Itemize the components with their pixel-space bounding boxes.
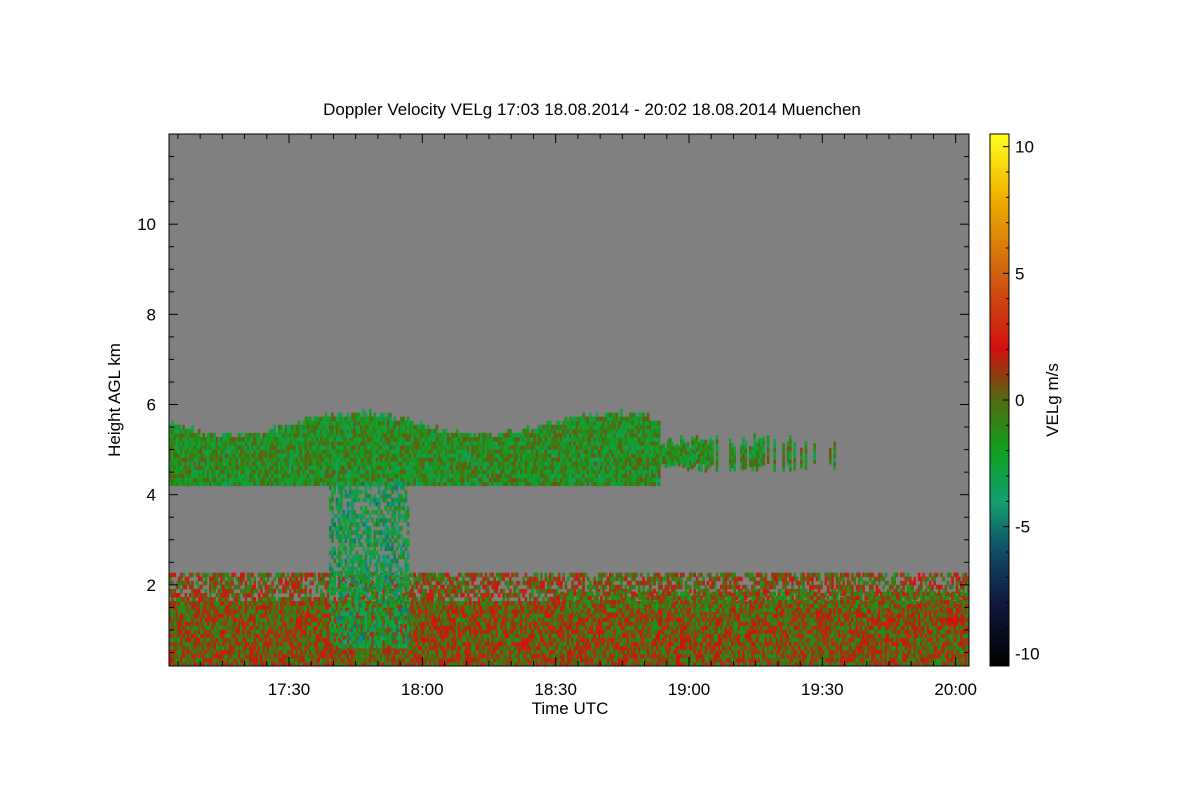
- y-tick-label: 8: [147, 305, 156, 324]
- y-tick-label: 4: [147, 486, 156, 505]
- colorbar-tick-label: 10: [1015, 138, 1034, 157]
- y-axis-label: Height AGL km: [105, 343, 124, 457]
- y-tick-label: 10: [137, 215, 156, 234]
- colorbar-tick-label: 5: [1015, 264, 1024, 283]
- x-tick-label: 18:30: [534, 680, 577, 699]
- x-tick-label: 19:30: [801, 680, 844, 699]
- x-tick-label: 18:00: [401, 680, 444, 699]
- colorbar: 10 5 0 -5 -10 VELg m/s: [989, 133, 1062, 667]
- y-tick-label: 2: [147, 576, 156, 595]
- colorbar-label: VELg m/s: [1043, 363, 1062, 437]
- colorbar-tick-label: -5: [1015, 518, 1030, 537]
- x-axis-label: Time UTC: [532, 699, 609, 718]
- plot-area: [168, 133, 970, 667]
- x-tick-label: 19:00: [668, 680, 711, 699]
- colorbar-tick-label: -10: [1015, 644, 1040, 663]
- x-tick-label: 20:00: [934, 680, 977, 699]
- x-tick-label: 17:30: [268, 680, 311, 699]
- y-tick-label: 6: [147, 396, 156, 415]
- chart-title: Doppler Velocity VELg 17:03 18.08.2014 -…: [323, 100, 861, 119]
- doppler-velocity-chart: Doppler Velocity VELg 17:03 18.08.2014 -…: [105, 100, 1062, 718]
- colorbar-tick-label: 0: [1015, 391, 1024, 410]
